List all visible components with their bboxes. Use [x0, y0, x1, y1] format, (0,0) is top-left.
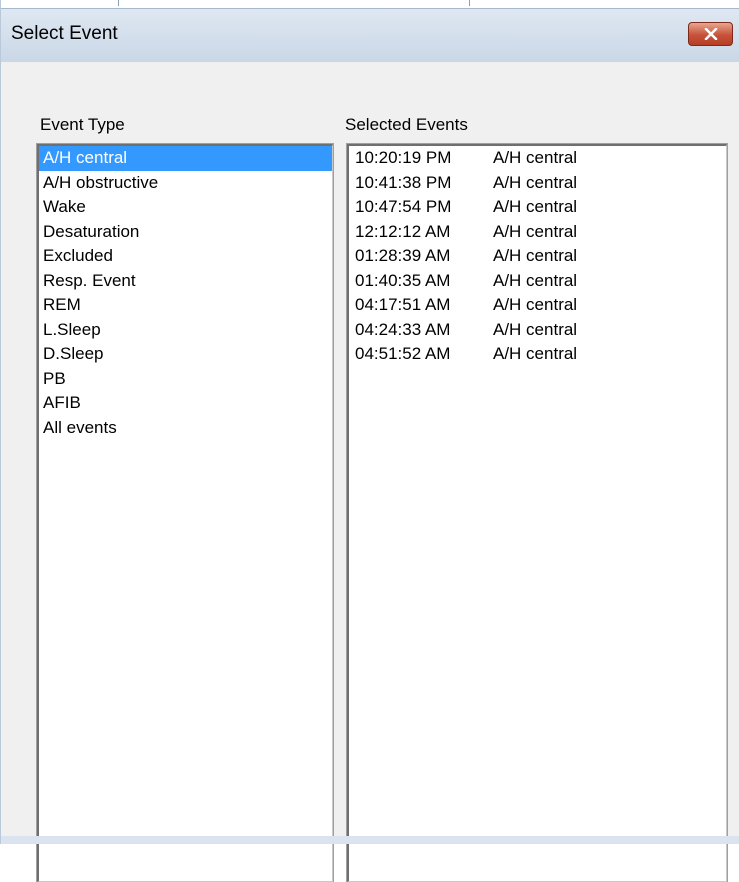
event-type-item[interactable]: AFIB [39, 391, 332, 416]
select-event-dialog: Select Event Event Type Selected Events … [0, 0, 739, 882]
selected-event-row[interactable]: 10:41:38 PM A/H central [349, 171, 726, 196]
event-time: 10:41:38 PM [355, 172, 452, 192]
close-button[interactable] [688, 22, 733, 46]
dialog-title: Select Event [11, 23, 118, 44]
event-type-text: A/H central [493, 270, 578, 290]
event-type-item[interactable]: PB [39, 367, 332, 392]
event-type-text: A/H central [493, 148, 578, 167]
event-type-text: A/H central [493, 197, 578, 216]
close-icon [704, 28, 718, 40]
event-type-item[interactable]: D.Sleep [39, 342, 332, 367]
event-type-item[interactable]: L.Sleep [39, 318, 332, 343]
event-type-text: A/H central [493, 221, 578, 241]
event-type-label: Event Type [40, 115, 125, 134]
event-time: 04:51:52 AM [355, 344, 451, 363]
event-type-text: A/H central [493, 344, 578, 363]
selected-event-row[interactable]: 04:17:51 AM A/H central [349, 293, 726, 318]
event-type-item[interactable]: Resp. Event [39, 269, 332, 294]
event-type-item[interactable]: REM [39, 293, 332, 318]
event-type-item[interactable]: A/H central [39, 146, 332, 171]
event-type-listbox[interactable]: A/H central A/H obstructive Wake Desaturati… [36, 143, 334, 882]
selected-event-row[interactable]: 04:24:33 AM A/H central [349, 318, 726, 343]
event-time: 10:20:19 PM [355, 148, 452, 167]
selected-events-label: Selected Events [345, 115, 468, 134]
event-type-text: A/H central [493, 172, 578, 192]
selected-event-row[interactable]: 10:20:19 PM A/H central [349, 146, 726, 171]
selected-event-row[interactable]: 01:40:35 AM A/H central [349, 269, 726, 294]
selected-event-row[interactable]: 04:51:52 AM A/H central [349, 342, 726, 367]
event-type-item[interactable]: A/H obstructive [39, 171, 332, 196]
selected-event-row[interactable]: 10:47:54 PM A/H central [349, 195, 726, 220]
event-time: 04:17:51 AM [355, 295, 451, 314]
event-time: 01:28:39 AM [355, 246, 451, 265]
background-window-edge [1, 0, 739, 8]
event-time: 01:40:35 AM [355, 270, 451, 290]
event-time: 12:12:12 AM [355, 221, 451, 241]
dialog-body: Event Type Selected Events A/H central A/… [1, 62, 739, 882]
selected-event-row[interactable]: 12:12:12 AM A/H central [349, 220, 726, 245]
event-type-item[interactable]: Wake [39, 195, 332, 220]
event-time: 04:24:33 AM [355, 319, 451, 339]
event-type-item[interactable]: Excluded [39, 244, 332, 269]
event-type-item[interactable]: All events [39, 416, 332, 441]
dialog-bottom-border [1, 836, 739, 844]
event-type-item[interactable]: Desaturation [39, 220, 332, 245]
selected-event-row[interactable]: 01:28:39 AM A/H central [349, 244, 726, 269]
column-divider [469, 0, 470, 6]
title-bar[interactable]: Select Event [1, 8, 739, 62]
column-divider [118, 0, 119, 6]
event-type-text: A/H central [493, 246, 578, 265]
event-type-text: A/H central [493, 295, 578, 314]
event-type-text: A/H central [493, 319, 578, 339]
selected-events-listbox[interactable]: 10:20:19 PM A/H central 10:41:38 PM A/H cen… [346, 143, 728, 882]
event-time: 10:47:54 PM [355, 197, 452, 216]
